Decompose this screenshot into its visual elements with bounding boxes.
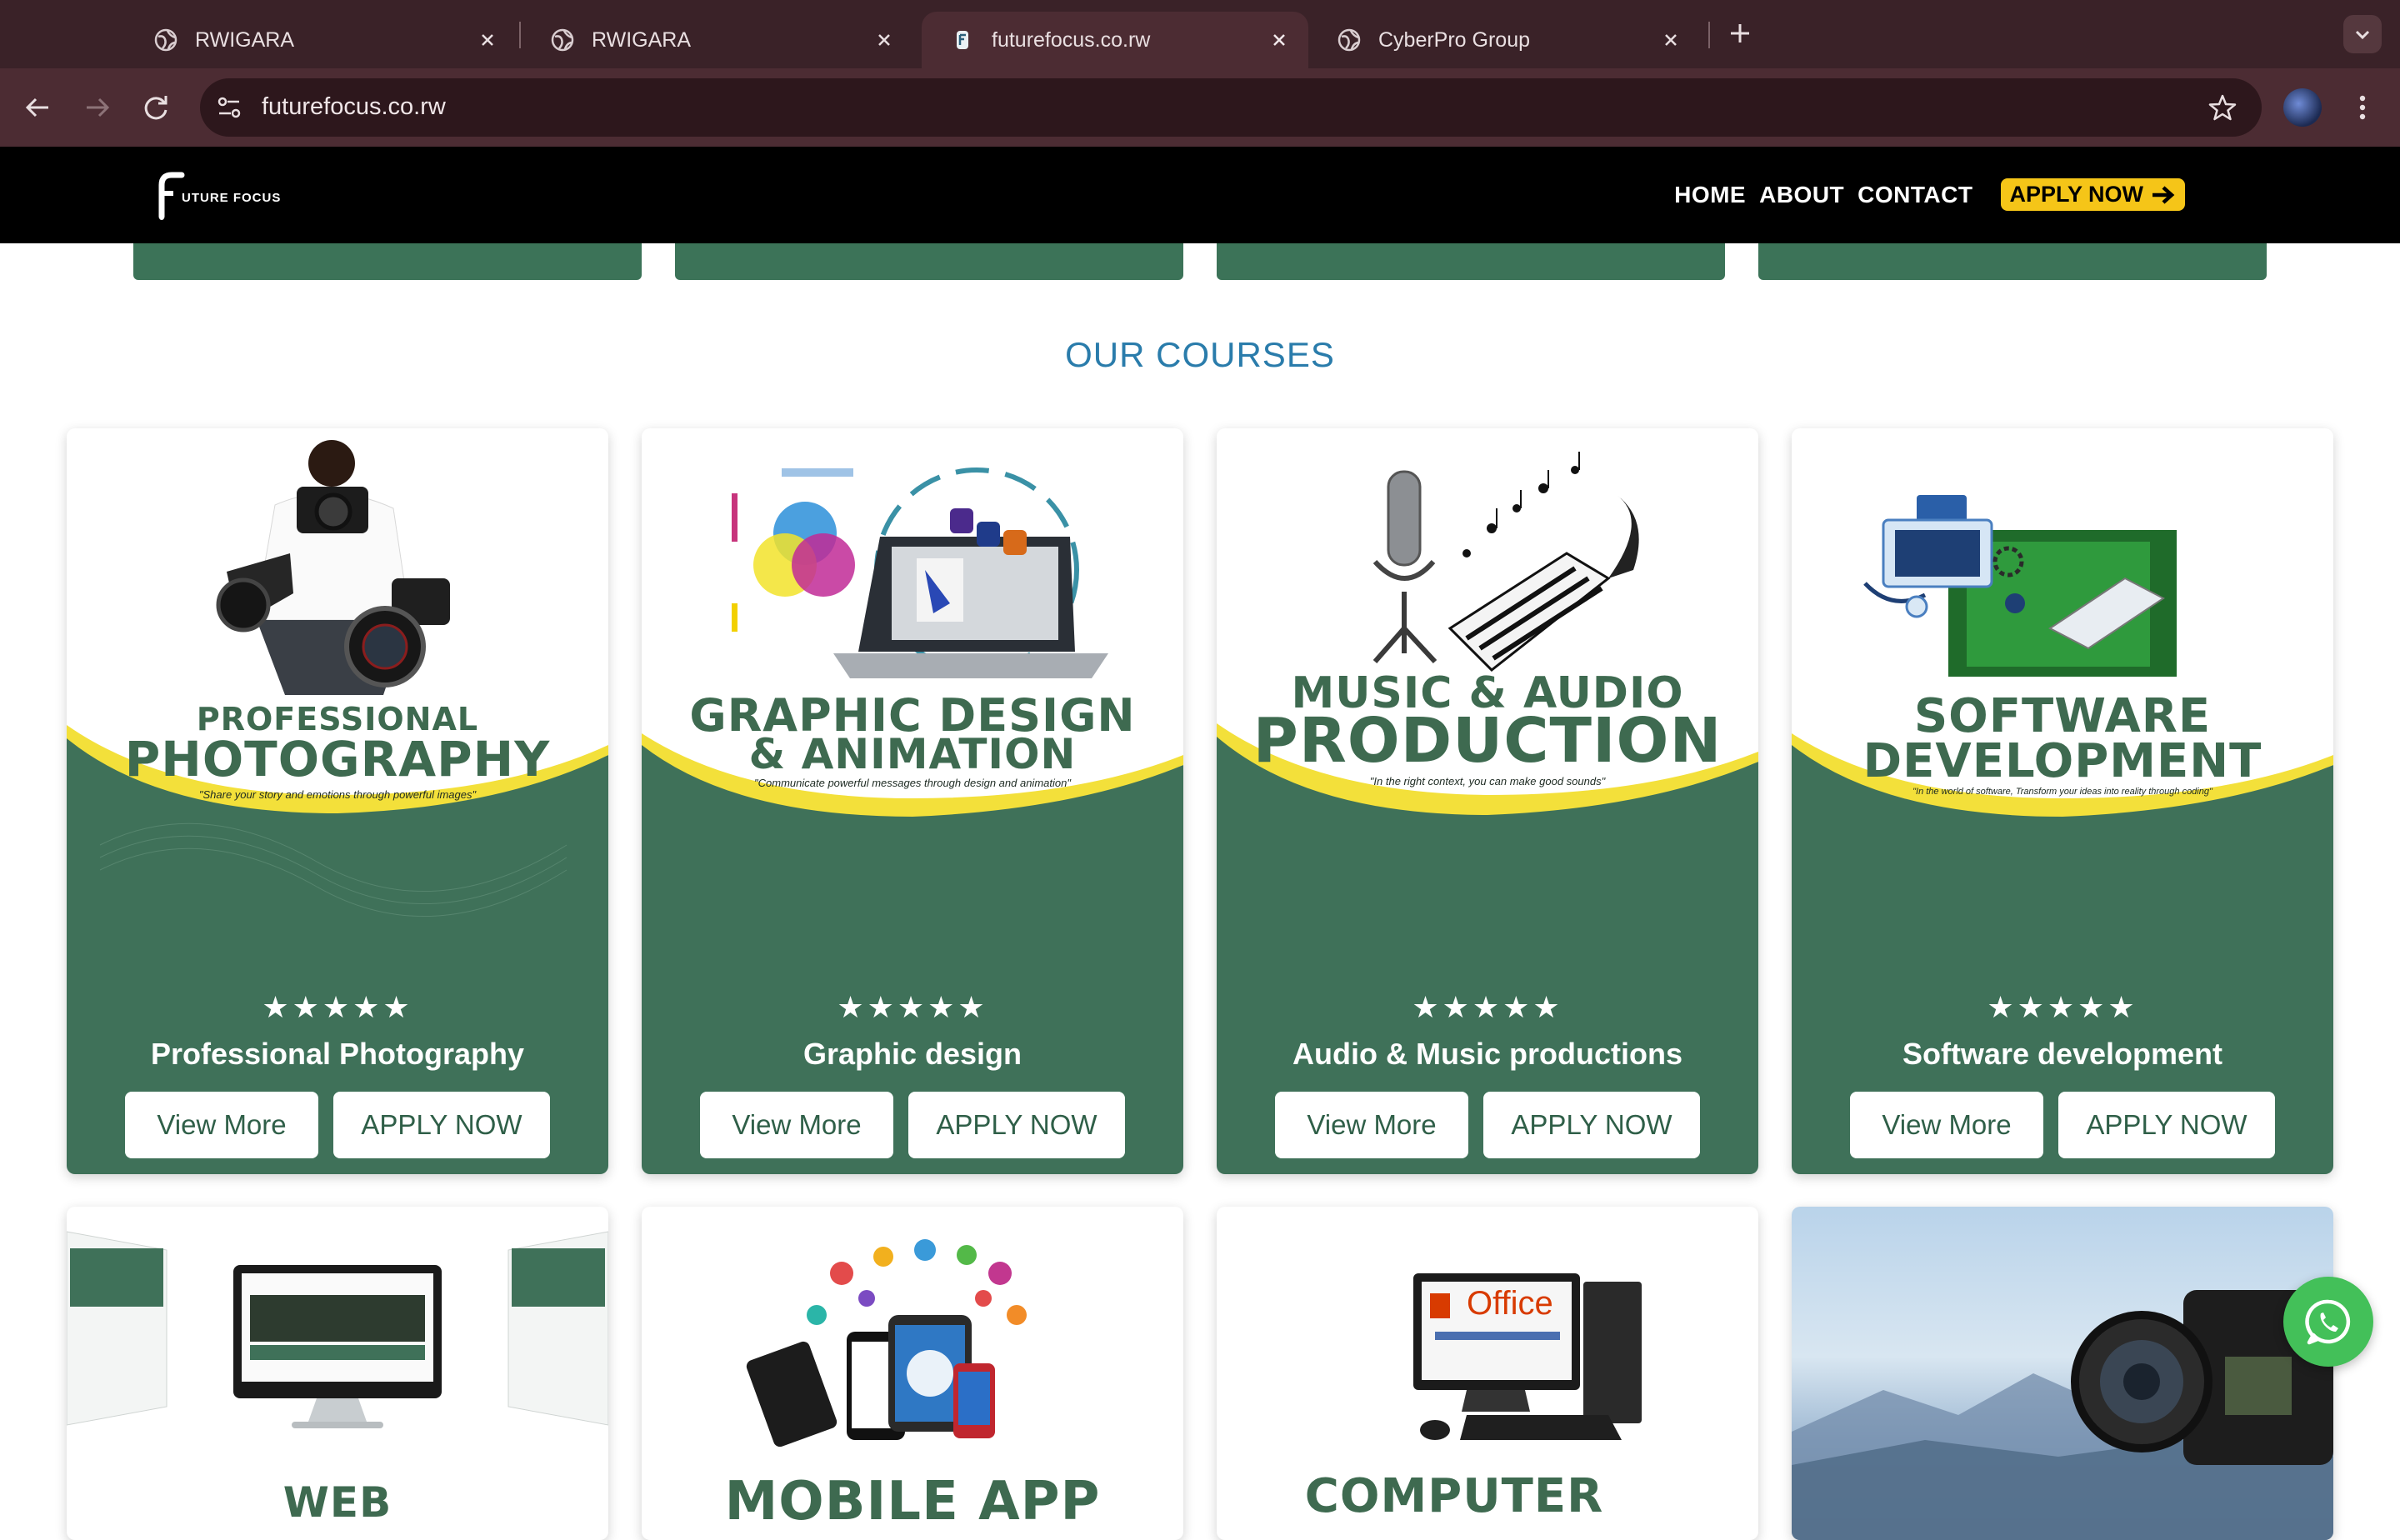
kebab-menu-icon[interactable] — [2350, 90, 2375, 125]
globe-icon — [551, 28, 574, 52]
previous-card-footer — [1758, 243, 2267, 280]
tab-title: CyberPro Group — [1378, 28, 1531, 52]
site-header: UTURE FOCUS HOME ABOUT CONTACT APPLY NOW — [0, 147, 2400, 243]
globe-icon — [154, 28, 178, 52]
course-name: Graphic design — [802, 1037, 1022, 1071]
poster-tagline: "In the right context, you can make good… — [1369, 775, 1606, 788]
camera-landscape-image — [1792, 1290, 2333, 1540]
reload-icon[interactable] — [138, 90, 173, 125]
nav-about-link[interactable]: ABOUT — [1759, 182, 1844, 208]
course-card-music: MUSIC & AUDIO PRODUCTION "In the right c… — [1217, 428, 1758, 1174]
rating-stars-icon: ★★★★★ — [837, 990, 988, 1024]
poster-title-line2: DEVELOPMENT — [1862, 734, 2262, 788]
close-icon[interactable] — [1660, 29, 1682, 51]
tab-divider — [519, 22, 521, 48]
poster-title: MOBILE APP — [724, 1471, 1101, 1532]
view-more-button[interactable]: View More — [1275, 1092, 1468, 1158]
logo-f-icon — [158, 172, 185, 220]
arrow-right-icon — [2152, 185, 2175, 204]
course-card-footer: ★★★★★ Professional Photography View More… — [67, 953, 608, 1174]
nav-apply-label: APPLY NOW — [2009, 182, 2143, 207]
whatsapp-icon — [2305, 1299, 2351, 1345]
browser-tab[interactable]: RWIGARA — [522, 12, 913, 68]
browser-tab-active[interactable]: futurefocus.co.rw — [922, 12, 1308, 68]
poster-title-line2: & ANIMATION — [748, 730, 1077, 778]
apply-now-button[interactable]: APPLY NOW — [908, 1092, 1125, 1158]
course-poster: MUSIC & AUDIO PRODUCTION "In the right c… — [1217, 428, 1758, 953]
course-card-footer: ★★★★★ Software development View More APP… — [1792, 953, 2333, 1174]
section-title: OUR COURSES — [1065, 335, 1335, 374]
url-text: futurefocus.co.rw — [262, 93, 446, 120]
tab-title: RWIGARA — [592, 28, 691, 52]
tab-divider — [1708, 22, 1710, 48]
course-card-footer: ★★★★★ Graphic design View More APPLY NOW — [642, 953, 1183, 1174]
forward-icon[interactable] — [80, 90, 115, 125]
course-poster: GRAPHIC DESIGN & ANIMATION "Communicate … — [642, 428, 1183, 953]
office-logo-text: Office — [1467, 1285, 1553, 1322]
profile-avatar[interactable] — [2283, 88, 2322, 127]
tab-title: RWIGARA — [195, 28, 294, 52]
browser-tab[interactable]: RWIGARA — [125, 12, 517, 68]
course-poster: SOFTWARE DEVELOPMENT "In the world of so… — [1792, 428, 2333, 953]
address-bar[interactable]: futurefocus.co.rw — [200, 78, 2262, 137]
course-card-graphic-design: GRAPHIC DESIGN & ANIMATION "Communicate … — [642, 428, 1183, 1174]
view-more-button[interactable]: View More — [700, 1092, 893, 1158]
tab-search-button[interactable] — [2343, 15, 2382, 53]
whatsapp-chat-button[interactable] — [2283, 1277, 2373, 1367]
site-info-icon[interactable] — [213, 92, 245, 123]
tab-title: futurefocus.co.rw — [992, 28, 1151, 52]
browser-tab-bar: RWIGARA RWIGARA futurefocus.co.rw CyberP… — [0, 0, 2400, 68]
previous-card-footer — [675, 243, 1183, 280]
poster-title-line2: PRODUCTION — [1252, 705, 1722, 777]
poster-title: WEB — [282, 1478, 392, 1527]
close-icon[interactable] — [477, 29, 498, 51]
view-more-button[interactable]: View More — [125, 1092, 318, 1158]
course-card-photo — [1792, 1207, 2333, 1540]
poster-title-line1: SOFTWARE — [1913, 689, 2212, 743]
apply-now-button[interactable]: APPLY NOW — [2058, 1092, 2275, 1158]
main-menu: HOME ABOUT CONTACT APPLY NOW — [1661, 178, 2185, 211]
poster-tagline: "Share your story and emotions through p… — [198, 788, 477, 801]
poster-title-line2: PHOTOGRAPHY — [124, 731, 551, 788]
poster-tagline: "In the world of software, Transform you… — [1912, 787, 2212, 797]
site-favicon-icon — [957, 31, 968, 49]
course-card-computer: Office COMPUTER — [1217, 1207, 1758, 1540]
browser-tab[interactable]: CyberPro Group — [1308, 12, 1700, 68]
course-name: Software development — [1902, 1037, 2223, 1071]
course-card-footer: ★★★★★ Audio & Music productions View Mor… — [1217, 953, 1758, 1174]
course-name: Audio & Music productions — [1292, 1037, 1682, 1071]
star-icon[interactable] — [2207, 92, 2238, 123]
course-card-photography: PROFESSIONAL PHOTOGRAPHY "Share your sto… — [67, 428, 608, 1174]
poster-title: COMPUTER — [1304, 1469, 1604, 1523]
chevron-down-icon — [2355, 30, 2370, 40]
course-card-software: SOFTWARE DEVELOPMENT "In the world of so… — [1792, 428, 2333, 1174]
apply-now-button[interactable]: APPLY NOW — [1483, 1092, 1700, 1158]
course-card-mobile-app: MOBILE APP — [642, 1207, 1183, 1540]
new-tab-icon[interactable] — [1723, 17, 1757, 50]
site-logo[interactable]: UTURE FOCUS — [155, 170, 281, 220]
photographer-illustration — [67, 440, 608, 953]
previous-card-footer — [1217, 243, 1725, 280]
logo-text: UTURE FOCUS — [182, 190, 282, 205]
nav-contact-link[interactable]: CONTACT — [1858, 182, 1972, 208]
browser-toolbar: futurefocus.co.rw — [0, 68, 2400, 147]
apply-now-button[interactable]: APPLY NOW — [333, 1092, 550, 1158]
close-icon[interactable] — [1268, 29, 1290, 51]
globe-icon — [1338, 28, 1361, 52]
nav-home-link[interactable]: HOME — [1674, 182, 1746, 208]
course-poster: PROFESSIONAL PHOTOGRAPHY "Share your sto… — [67, 428, 608, 953]
poster-tagline: "Communicate powerful messages through d… — [754, 777, 1071, 789]
course-card-web: WEB — [67, 1207, 608, 1540]
back-icon[interactable] — [20, 90, 55, 125]
nav-apply-button[interactable]: APPLY NOW — [2001, 178, 2185, 211]
rating-stars-icon: ★★★★★ — [1412, 990, 1563, 1024]
rating-stars-icon: ★★★★★ — [1987, 990, 2138, 1024]
view-more-button[interactable]: View More — [1850, 1092, 2043, 1158]
previous-card-footer — [133, 243, 642, 280]
course-name: Professional Photography — [150, 1037, 525, 1071]
rating-stars-icon: ★★★★★ — [262, 990, 413, 1024]
close-icon[interactable] — [873, 29, 895, 51]
